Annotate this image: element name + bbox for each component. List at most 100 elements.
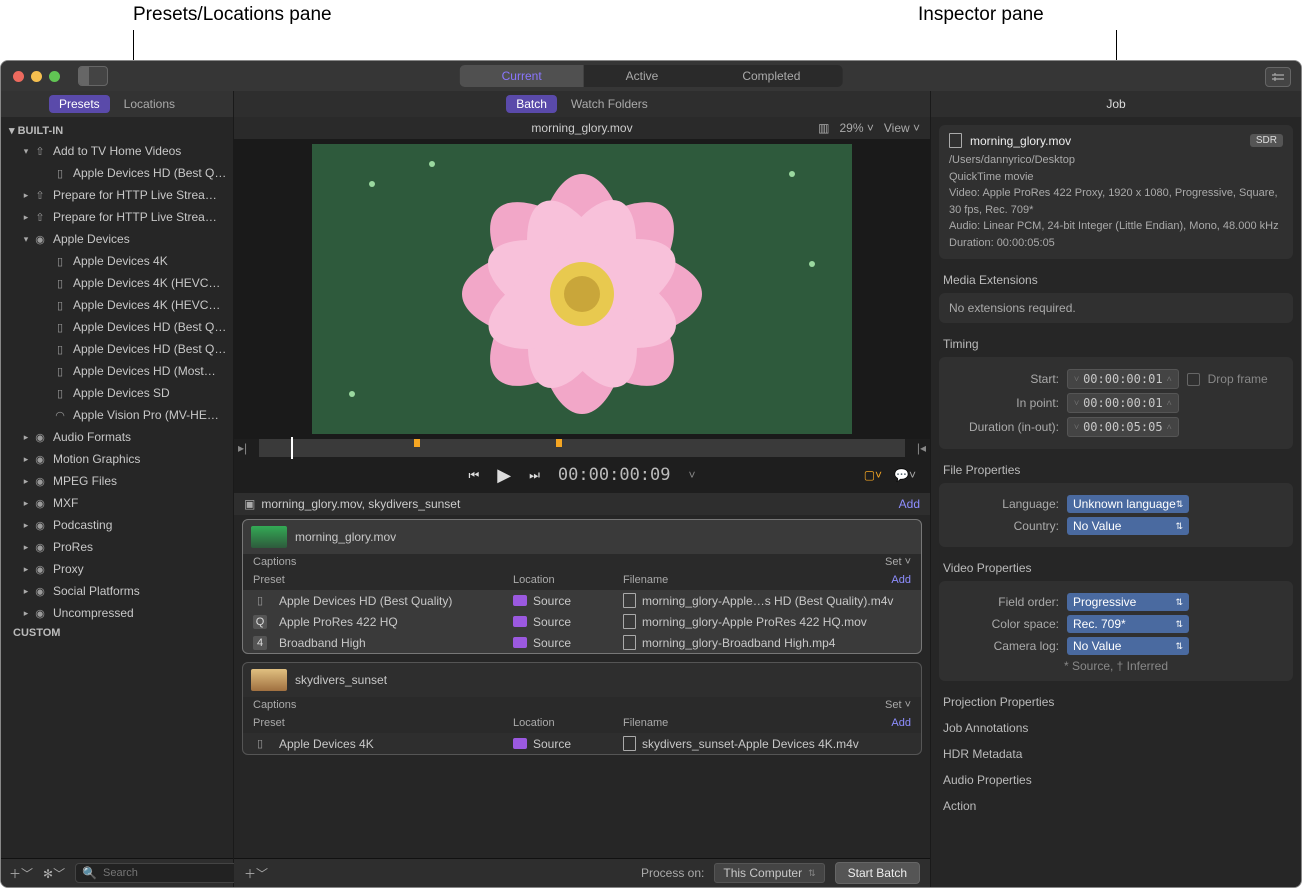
audio-icon: ◉ xyxy=(33,232,47,246)
go-start-icon[interactable]: ▸| xyxy=(238,441,247,455)
callout-left: Presets/Locations pane xyxy=(133,4,332,26)
tree-group[interactable]: ▸⇧Prepare for HTTP Live Strea… xyxy=(1,206,233,228)
section-file-props[interactable]: File Properties xyxy=(931,457,1301,483)
tab-batch[interactable]: Batch xyxy=(506,95,557,113)
inpoint-stepper[interactable]: ˅00:00:00:01˄ xyxy=(1067,393,1179,413)
set-menu[interactable]: Set ˅ xyxy=(885,556,911,568)
action-menu[interactable]: ✻﹀ xyxy=(43,865,65,882)
add-link[interactable]: Add xyxy=(899,497,920,511)
section-timing[interactable]: Timing xyxy=(931,331,1301,357)
center-pane: Batch Watch Folders morning_glory.mov ▥ … xyxy=(234,91,930,887)
marker-dropdown[interactable]: ▢˅ xyxy=(864,468,882,482)
start-batch-button[interactable]: Start Batch xyxy=(835,862,920,884)
tree-group[interactable]: ▸◉Audio Formats xyxy=(1,426,233,448)
compare-icon[interactable]: ▥ xyxy=(818,121,829,135)
zoom-menu[interactable]: 29% ˅ xyxy=(839,121,873,135)
tree-leaf[interactable]: ◠Apple Vision Pro (MV-HE… xyxy=(1,404,233,426)
timecode[interactable]: 00:00:00:09 xyxy=(558,465,671,485)
col-preset: Preset xyxy=(253,717,513,729)
section-projection[interactable]: Projection Properties xyxy=(931,689,1301,715)
tree-group[interactable]: ▸◉Uncompressed xyxy=(1,602,233,624)
phone-icon: ▯ xyxy=(253,737,267,751)
go-end-icon[interactable]: |◂ xyxy=(917,441,926,455)
seg-completed[interactable]: Completed xyxy=(700,65,842,87)
search-input[interactable] xyxy=(101,866,247,880)
add-job-button[interactable]: ＋﹀ xyxy=(244,865,268,882)
presets-pane: Presets Locations ▾ BUILT-IN ▾⇧Add to TV… xyxy=(1,91,234,887)
marker-icon[interactable] xyxy=(556,439,562,447)
zoom-button[interactable] xyxy=(49,71,60,82)
minimize-button[interactable] xyxy=(31,71,42,82)
tab-locations[interactable]: Locations xyxy=(114,95,185,113)
batch-job[interactable]: skydivers_sunset Captions Set ˅ Preset L… xyxy=(242,662,922,755)
fieldorder-popup[interactable]: Progressive⇅ xyxy=(1067,593,1189,611)
batch-job[interactable]: morning_glory.mov Captions Set ˅ Preset … xyxy=(242,519,922,654)
tree-group[interactable]: ▸◉MPEG Files xyxy=(1,470,233,492)
tree-leaf[interactable]: ▯Apple Devices SD xyxy=(1,382,233,404)
tab-presets[interactable]: Presets xyxy=(49,95,110,113)
next-frame-button[interactable]: ⏭ xyxy=(529,468,540,483)
output-row[interactable]: ▯Apple Devices 4K Source skydivers_sunse… xyxy=(243,733,921,754)
tree-group[interactable]: ▸◉ProRes xyxy=(1,536,233,558)
output-row[interactable]: ▯Apple Devices HD (Best Quality) Source … xyxy=(243,590,921,611)
start-stepper[interactable]: ˅00:00:00:01˄ xyxy=(1067,369,1179,389)
close-button[interactable] xyxy=(13,71,24,82)
view-menu[interactable]: View ˅ xyxy=(884,121,920,135)
comment-dropdown[interactable]: 💬˅ xyxy=(894,468,916,482)
col-filename: Filename xyxy=(623,574,891,586)
inspector-toggle[interactable] xyxy=(1265,67,1291,87)
cameralog-popup[interactable]: No Value⇅ xyxy=(1067,637,1189,655)
seg-active[interactable]: Active xyxy=(584,65,701,87)
tree-group[interactable]: ▾◉Apple Devices xyxy=(1,228,233,250)
drop-frame-label: Drop frame xyxy=(1208,372,1268,386)
process-on-menu[interactable]: This Computer⇅ xyxy=(714,863,824,883)
play-button[interactable]: ▶ xyxy=(497,465,511,486)
tree-group[interactable]: ▸⇧Prepare for HTTP Live Strea… xyxy=(1,184,233,206)
tree-group[interactable]: ▸◉Motion Graphics xyxy=(1,448,233,470)
tree-leaf[interactable]: ▯Apple Devices 4K xyxy=(1,250,233,272)
marker-icon[interactable] xyxy=(414,439,420,447)
add-output-link[interactable]: Add xyxy=(891,574,911,586)
batch-header: ▣ morning_glory.mov, skydivers_sunset Ad… xyxy=(234,493,930,515)
tree-section-custom[interactable]: CUSTOM xyxy=(1,624,233,642)
file-path: /Users/dannyrico/Desktop xyxy=(949,152,1283,169)
folder-icon xyxy=(513,637,527,648)
tree-leaf[interactable]: ▯Apple Devices HD (Best Q… xyxy=(1,338,233,360)
duration-stepper[interactable]: ˅00:00:05:05˄ xyxy=(1067,417,1179,437)
tree-group[interactable]: ▸◉Proxy xyxy=(1,558,233,580)
sidebar-toggle[interactable] xyxy=(78,66,108,86)
colorspace-popup[interactable]: Rec. 709*⇅ xyxy=(1067,615,1189,633)
section-action[interactable]: Action xyxy=(931,793,1301,819)
section-job-annotations[interactable]: Job Annotations xyxy=(931,715,1301,741)
section-video-props[interactable]: Video Properties xyxy=(931,555,1301,581)
tree-group[interactable]: ▾⇧Add to TV Home Videos xyxy=(1,140,233,162)
tree-group[interactable]: ▸◉MXF xyxy=(1,492,233,514)
language-popup[interactable]: Unknown language⇅ xyxy=(1067,495,1189,513)
country-popup[interactable]: No Value⇅ xyxy=(1067,517,1189,535)
drop-frame-checkbox[interactable] xyxy=(1187,373,1200,386)
audio-icon: ◉ xyxy=(33,540,47,554)
left-bottom-bar: ＋﹀ ✻﹀ 🔍 xyxy=(1,858,233,887)
four-icon: 4 xyxy=(253,636,267,650)
section-audio-props[interactable]: Audio Properties xyxy=(931,767,1301,793)
search-field[interactable]: 🔍 xyxy=(75,863,254,883)
tree-group[interactable]: ▸◉Podcasting xyxy=(1,514,233,536)
seg-current[interactable]: Current xyxy=(460,65,584,87)
scrub-bar[interactable] xyxy=(259,439,905,457)
add-menu[interactable]: ＋﹀ xyxy=(9,865,33,882)
add-output-link[interactable]: Add xyxy=(891,717,911,729)
prev-frame-button[interactable]: ⏮ xyxy=(468,468,479,483)
section-media-ext[interactable]: Media Extensions xyxy=(931,267,1301,293)
tree-leaf[interactable]: ▯Apple Devices HD (Best Q… xyxy=(1,316,233,338)
output-row[interactable]: 4Broadband High Source morning_glory-Bro… xyxy=(243,632,921,653)
tree-section-builtin[interactable]: ▾ BUILT-IN xyxy=(1,121,233,140)
tree-leaf[interactable]: ▯Apple Devices 4K (HEVC… xyxy=(1,294,233,316)
tab-watch-folders[interactable]: Watch Folders xyxy=(561,95,658,113)
set-menu[interactable]: Set ˅ xyxy=(885,699,911,711)
tree-leaf[interactable]: ▯Apple Devices HD (Best Q… xyxy=(1,162,233,184)
output-row[interactable]: QApple ProRes 422 HQ Source morning_glor… xyxy=(243,611,921,632)
tree-leaf[interactable]: ▯Apple Devices HD (Most… xyxy=(1,360,233,382)
tree-group[interactable]: ▸◉Social Platforms xyxy=(1,580,233,602)
tree-leaf[interactable]: ▯Apple Devices 4K (HEVC… xyxy=(1,272,233,294)
section-hdr-metadata[interactable]: HDR Metadata xyxy=(931,741,1301,767)
